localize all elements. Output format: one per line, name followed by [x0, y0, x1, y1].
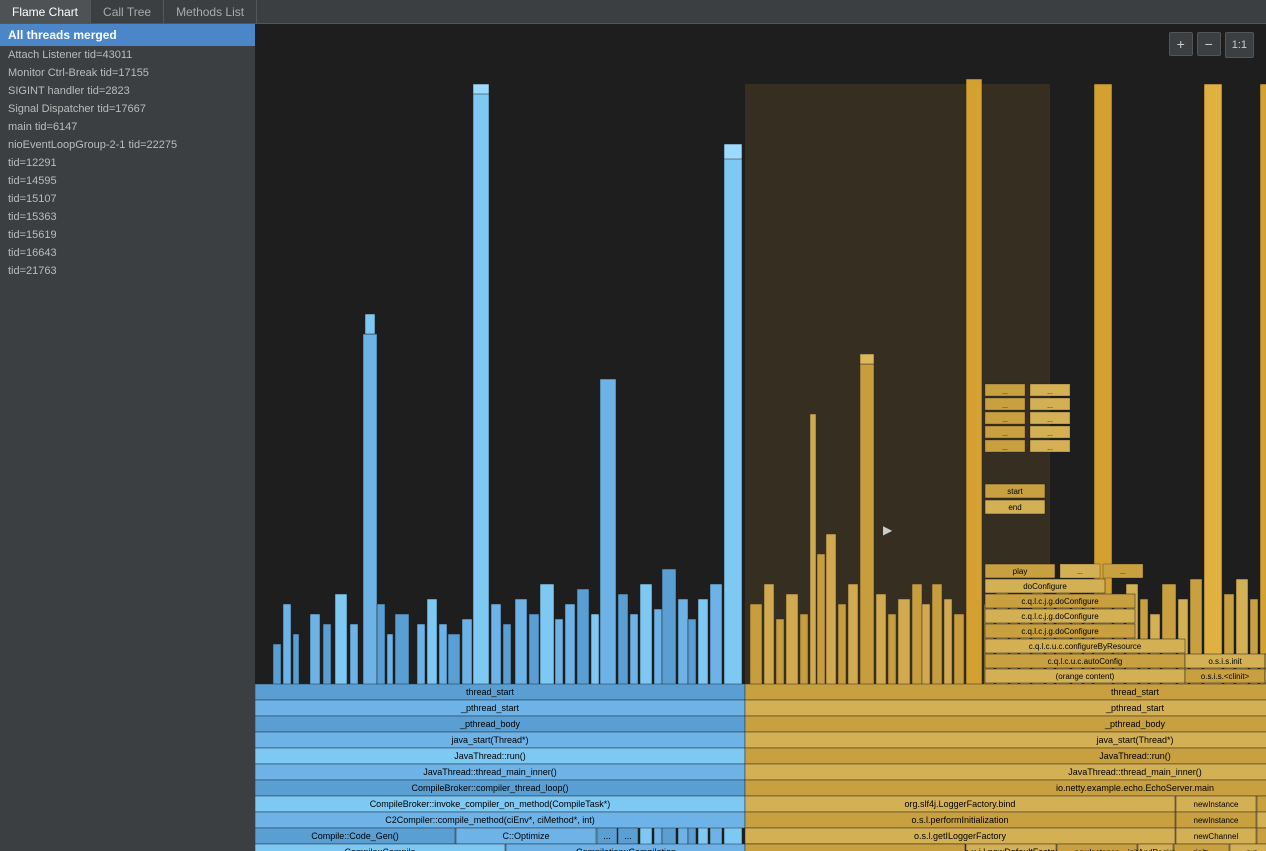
svg-text:c.q.l.c.j.g.doConfigure: c.q.l.c.j.g.doConfigure: [1021, 612, 1099, 621]
svg-text:c.q.l.c.j.g.doConfigure: c.q.l.c.j.g.doConfigure: [1021, 597, 1099, 606]
svg-text:o.s.l.getILoggerFactory: o.s.l.getILoggerFactory: [914, 831, 1007, 841]
svg-text:...: ...: [1002, 403, 1008, 410]
sidebar-item-tid15107[interactable]: tid=15107: [0, 190, 255, 208]
svg-text:...: ...: [1047, 389, 1053, 396]
svg-text:newInstance: newInstance: [1194, 816, 1239, 825]
svg-text:io.netty.example.echo.EchoServ: io.netty.example.echo.EchoServer.main: [1056, 783, 1214, 793]
sidebar-item-tid12291[interactable]: tid=12291: [0, 154, 255, 172]
main-layout: All threads merged Attach Listener tid=4…: [0, 24, 1266, 851]
sidebar-item-tid14595[interactable]: tid=14595: [0, 172, 255, 190]
svg-text:i.n.u.i.l.newDefaultFactory: i.n.u.i.l.newDefaultFactory: [959, 847, 1063, 851]
sidebar-header[interactable]: All threads merged: [0, 24, 255, 46]
svg-text:Compile::Compile: Compile::Compile: [344, 847, 415, 851]
svg-text:C2Compiler::compile_method(ciE: C2Compiler::compile_method(ciEnv*, ciMet…: [385, 815, 595, 825]
svg-text:CompileBroker::invoke_compiler: CompileBroker::invoke_compiler_on_method…: [370, 799, 611, 809]
svg-text:newInstance: newInstance: [1194, 800, 1239, 809]
svg-text:▶: ▶: [883, 523, 893, 537]
svg-text:thread_start: thread_start: [1111, 687, 1160, 697]
svg-text:c.q.l.c.u.c.configureByResourc: c.q.l.c.u.c.configureByResource: [1029, 642, 1142, 651]
zoom-reset-label[interactable]: 1:1: [1225, 32, 1254, 58]
flame-toolbar: + − 1:1: [1169, 32, 1254, 58]
zoom-in-button[interactable]: +: [1169, 32, 1193, 56]
svg-text:CompileBroker::compiler_thread: CompileBroker::compiler_thread_loop(): [411, 783, 568, 793]
svg-text:doConfigure: doConfigure: [1023, 582, 1067, 591]
svg-text:start: start: [1007, 487, 1023, 496]
sidebar-item-sigint[interactable]: SIGINT handler tid=2823: [0, 82, 255, 100]
tab-bar: Flame Chart Call Tree Methods List: [0, 0, 1266, 24]
tab-flame-chart[interactable]: Flame Chart: [0, 0, 91, 23]
svg-text:org.slf4j.LoggerFactory.bind: org.slf4j.LoggerFactory.bind: [905, 799, 1016, 809]
svg-text:...: ...: [1002, 417, 1008, 424]
tab-call-tree[interactable]: Call Tree: [91, 0, 164, 23]
svg-text:newChannel: newChannel: [1194, 832, 1239, 841]
svg-text:JavaThread::thread_main_inner(: JavaThread::thread_main_inner(): [423, 767, 557, 777]
svg-text:...: ...: [1047, 445, 1053, 452]
svg-text:...: ...: [1047, 403, 1053, 410]
sidebar-item-nio[interactable]: nioEventLoopGroup-2-1 tid=22275: [0, 136, 255, 154]
svg-text:JavaThread::run(): JavaThread::run(): [1099, 751, 1171, 761]
svg-text:...: ...: [1047, 417, 1053, 424]
svg-text:_pthread_start: _pthread_start: [1105, 703, 1165, 713]
sidebar-item-monitor-ctrl-break[interactable]: Monitor Ctrl-Break tid=17155: [0, 64, 255, 82]
svg-text:...: ...: [1047, 431, 1053, 438]
svg-text:c.q.l.c.j.g.doConfigure: c.q.l.c.j.g.doConfigure: [1021, 627, 1099, 636]
svg-text:C::Optimize: C::Optimize: [502, 831, 549, 841]
svg-text:o.s.l.performInitialization: o.s.l.performInitialization: [911, 815, 1008, 825]
zoom-out-button[interactable]: −: [1197, 32, 1221, 56]
svg-text:...: ...: [1120, 569, 1126, 576]
svg-text:...: ...: [1002, 445, 1008, 452]
svg-text:...: ...: [1002, 389, 1008, 396]
svg-text:java_start(Thread*): java_start(Thread*): [450, 735, 528, 745]
tab-methods-list[interactable]: Methods List: [164, 0, 257, 23]
svg-text:c.q.l.c.u.c.autoConfig: c.q.l.c.u.c.autoConfig: [1048, 657, 1123, 666]
svg-text:thread_start: thread_start: [466, 687, 515, 697]
svg-text:Compilation::Compilation: Compilation::Compilation: [576, 847, 676, 851]
svg-text:JavaThread::run(): JavaThread::run(): [454, 751, 526, 761]
sidebar: All threads merged Attach Listener tid=4…: [0, 24, 255, 851]
svg-text:java_start(Thread*): java_start(Thread*): [1095, 735, 1173, 745]
svg-text:...: ...: [1077, 569, 1083, 576]
sidebar-item-main[interactable]: main tid=6147: [0, 118, 255, 136]
svg-text:...: ...: [624, 831, 632, 841]
flame-chart-svg: thread_start _pthread_start _pthread_bod…: [255, 24, 1266, 851]
sidebar-item-tid16643[interactable]: tid=16643: [0, 244, 255, 262]
sidebar-item-tid21763[interactable]: tid=21763: [0, 262, 255, 280]
sidebar-item-tid15363[interactable]: tid=15363: [0, 208, 255, 226]
flame-area[interactable]: + − 1:1: [255, 24, 1266, 851]
svg-text:o.s.i.s.<clinit>: o.s.i.s.<clinit>: [1201, 672, 1250, 681]
svg-text:...: ...: [1002, 431, 1008, 438]
svg-text:JavaThread::thread_main_inner(: JavaThread::thread_main_inner(): [1068, 767, 1202, 777]
svg-text:o.s.i.s.init: o.s.i.s.init: [1208, 657, 1242, 666]
svg-text:(orange content): (orange content): [1056, 672, 1115, 681]
svg-text:Compile::Code_Gen(): Compile::Code_Gen(): [311, 831, 399, 841]
svg-text:_pthread_start: _pthread_start: [460, 703, 520, 713]
sidebar-item-signal-dispatcher[interactable]: Signal Dispatcher tid=17667: [0, 100, 255, 118]
svg-text:play: play: [1013, 567, 1028, 576]
sidebar-item-attach-listener[interactable]: Attach Listener tid=43011: [0, 46, 255, 64]
svg-text:end: end: [1008, 503, 1021, 512]
sidebar-item-tid15619[interactable]: tid=15619: [0, 226, 255, 244]
svg-text:...: ...: [603, 831, 611, 841]
svg-text:_pthread_body: _pthread_body: [1104, 719, 1166, 729]
svg-text:_pthread_body: _pthread_body: [459, 719, 521, 729]
